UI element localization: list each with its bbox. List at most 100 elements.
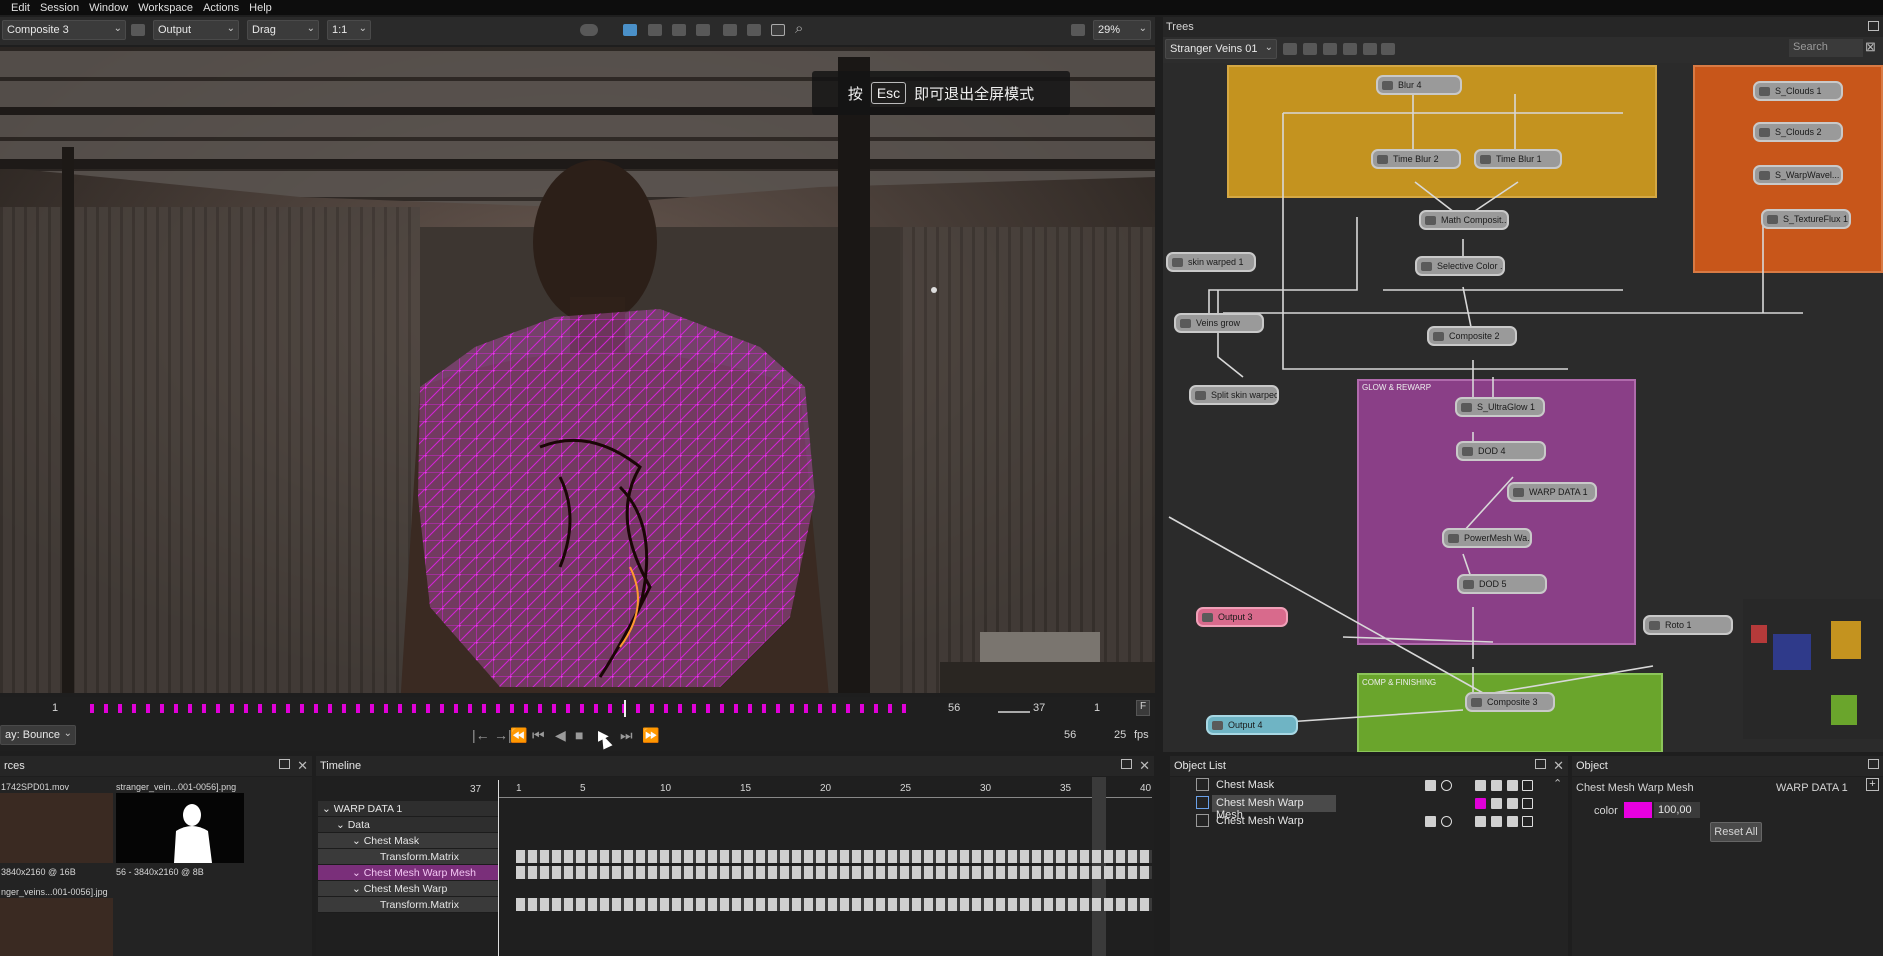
color-swatch[interactable] [1624,802,1652,818]
fps-value[interactable]: 25 [1114,729,1126,741]
timeline-row[interactable]: Transform.Matrix [318,897,498,913]
object-list-item[interactable]: Chest Mesh Warp [1212,813,1432,830]
expand-icon[interactable]: ⌄ [322,803,334,815]
expand-icon[interactable]: ⌄ [352,835,364,847]
lock-icon[interactable] [1491,798,1502,809]
close-icon[interactable]: ✕ [1139,758,1150,774]
node[interactable]: S_Clouds 2 [1753,122,1843,142]
node[interactable]: Selective Color ... [1415,256,1505,276]
timeline-row[interactable]: ⌄ Chest Mask [318,833,498,849]
frame-icon[interactable] [747,24,761,36]
node[interactable]: Composite 3 [1465,692,1555,712]
output-node[interactable]: Output 4 [1206,715,1298,735]
keyframe-track[interactable] [516,866,1152,879]
reset-all-button[interactable]: Reset All [1710,822,1762,842]
play-reverse-icon[interactable]: ◀ [555,727,566,744]
step-forward-icon[interactable]: ⏭ [620,727,633,744]
copy-icon[interactable] [648,24,662,36]
node[interactable]: WARP DATA 1 [1507,482,1597,502]
color-chip-icon[interactable] [1475,780,1486,791]
node-select[interactable]: Composite 3 ⌄ [2,20,126,40]
mode-select[interactable]: Drag ⌄ [247,20,319,40]
color-value-field[interactable]: 100,00 [1654,802,1700,818]
timeline-row[interactable]: ⌄ Chest Mesh Warp Mesh [318,865,498,881]
add-icon[interactable]: + [1866,778,1879,791]
file-icon[interactable] [1522,798,1533,809]
f-button[interactable]: F [1136,700,1150,716]
mask-icon[interactable] [1507,780,1518,791]
timeline-row[interactable]: ⌄ Data [318,817,498,833]
expand-icon[interactable]: ⌄ [352,883,364,895]
camera-icon[interactable] [623,24,637,36]
zoom-select[interactable]: 29% ⌄ [1093,20,1151,40]
undock-icon[interactable] [1121,759,1132,769]
image-viewer[interactable]: 按 Esc 即可退出全屏模式 [0,47,1155,693]
layer-icon[interactable] [1425,816,1436,827]
visibility-icon[interactable] [1441,816,1452,827]
node[interactable]: Time Blur 2 [1371,149,1461,169]
menu-edit[interactable]: Edit [10,2,30,14]
menu-help[interactable]: Help [248,2,272,14]
step-back-icon[interactable]: ⏮ [532,727,545,744]
node[interactable]: Veins grow [1174,313,1264,333]
source-thumbnail[interactable] [0,898,113,956]
node[interactable]: DOD 5 [1457,574,1547,594]
node[interactable]: Time Blur 1 [1474,149,1562,169]
navigator-minimap[interactable] [1743,599,1883,739]
menu-session[interactable]: Session [39,2,79,14]
frame-scrubber[interactable] [90,704,906,713]
collapse-icon[interactable]: ⌃ [1553,777,1562,790]
monitor-icon[interactable] [723,24,737,36]
timeline-row[interactable]: ⌄ WARP DATA 1 [318,801,498,817]
playhead[interactable] [624,700,626,717]
add-view-icon[interactable] [131,24,145,36]
node[interactable]: skin warped 1 [1166,252,1256,272]
object-list-item[interactable]: Chest Mesh Warp Mesh [1212,795,1336,821]
node[interactable]: S_WarpWavel... [1753,165,1843,185]
undock-icon[interactable] [1535,759,1546,769]
safe-area-icon[interactable] [771,24,785,36]
stop-icon[interactable]: ■ [575,727,583,743]
toggle-icon[interactable] [580,24,598,36]
mask-icon[interactable] [1507,816,1518,827]
undock-icon[interactable] [279,759,290,769]
expand-icon[interactable]: ⌄ [336,819,348,831]
menu-window[interactable]: Window [88,2,128,14]
timeline-row[interactable]: ⌄ Chest Mesh Warp [318,881,498,897]
file-icon[interactable] [1522,780,1533,791]
undock-icon[interactable] [1868,759,1879,769]
playback-mode-select[interactable]: ay: Bounce ⌄ [0,725,76,745]
color-chip-icon[interactable] [1475,816,1486,827]
mask-icon[interactable] [1507,798,1518,809]
fit-width-icon[interactable] [1071,24,1085,36]
close-icon[interactable]: ✕ [1553,758,1564,774]
search-icon[interactable]: ⌕ [795,20,803,37]
go-in-icon[interactable]: →| [494,727,512,743]
color-chip-icon[interactable] [1475,798,1486,809]
node[interactable]: Composite 2 [1427,326,1517,346]
expand-icon[interactable]: ⌄ [352,867,364,879]
node[interactable]: DOD 4 [1456,441,1546,461]
range-bar[interactable] [998,711,1030,713]
close-icon[interactable]: ✕ [297,758,308,774]
node[interactable]: S_TextureFlux 1 [1761,209,1851,229]
menu-workspace[interactable]: Workspace [137,2,193,14]
node[interactable]: Blur 4 [1376,75,1462,95]
view-select[interactable]: Output ⌄ [153,20,239,40]
node[interactable]: S_UltraGlow 1 [1455,397,1545,417]
node[interactable]: S_Clouds 1 [1753,81,1843,101]
playhead-line[interactable] [498,780,499,956]
visibility-icon[interactable] [1441,780,1452,791]
object-list-item[interactable]: Chest Mask [1212,777,1432,794]
file-icon[interactable] [1522,816,1533,827]
node[interactable]: Math Composit... [1419,210,1509,230]
node[interactable]: Roto 1 [1643,615,1733,635]
source-thumbnail[interactable] [0,793,113,863]
layer-icon[interactable] [1425,780,1436,791]
keyframe-track[interactable] [516,850,1152,863]
lock-icon[interactable] [1491,816,1502,827]
menu-actions[interactable]: Actions [202,2,239,14]
rewind-icon[interactable]: ⏪ [510,727,527,744]
fast-forward-icon[interactable]: ⏩ [642,727,659,744]
timeline-row[interactable]: Transform.Matrix [318,849,498,865]
